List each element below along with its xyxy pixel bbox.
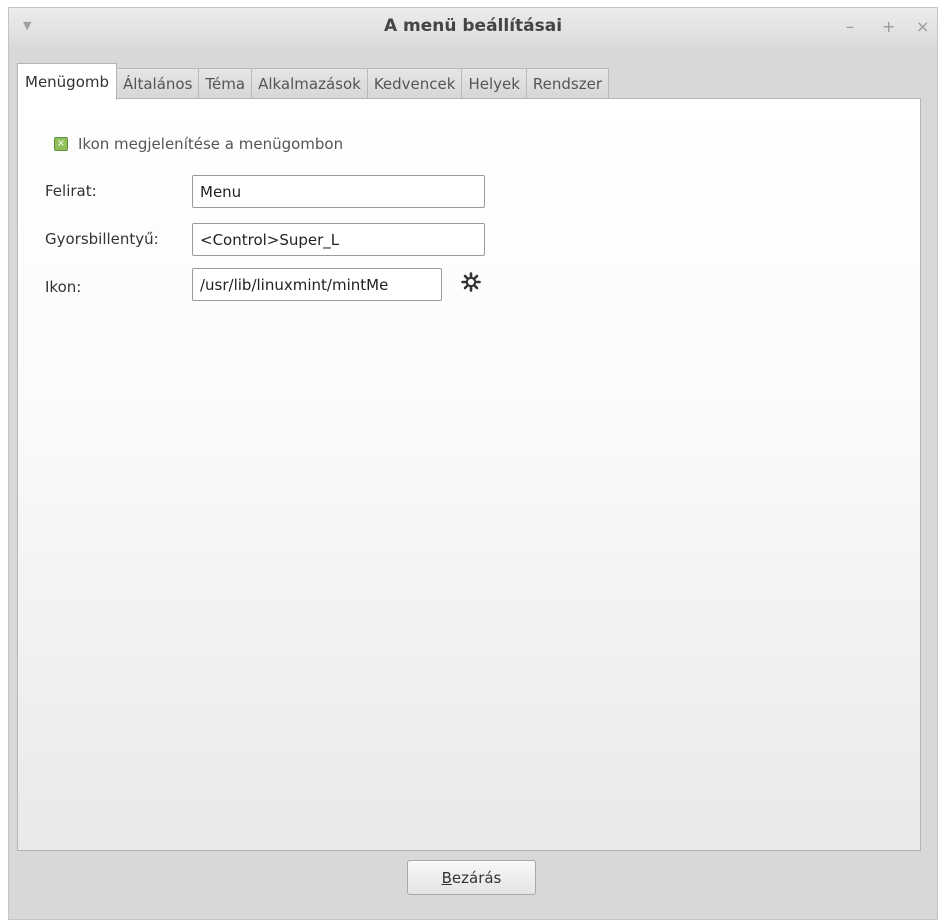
gear-icon[interactable] — [461, 272, 481, 292]
close-button-label: ezárás — [451, 868, 502, 887]
tab-tema[interactable]: Téma — [198, 68, 253, 99]
hotkey-label: Gyorsbillentyű: — [45, 230, 159, 248]
tab-alkalmazasok[interactable]: Alkalmazások — [251, 68, 368, 99]
icon-label: Ikon: — [45, 278, 82, 296]
caption-input[interactable] — [192, 175, 485, 208]
close-button[interactable]: Bezárás — [407, 860, 536, 895]
tab-menugomb[interactable]: Menügomb — [17, 63, 118, 100]
show-icon-option[interactable]: × Ikon megjelenítése a menügombon — [54, 135, 343, 153]
show-icon-checkbox[interactable]: × — [54, 137, 68, 151]
hotkey-input[interactable] — [192, 223, 485, 256]
caption-label: Felirat: — [45, 182, 97, 200]
titlebar[interactable]: ▼ A menü beállításai – + × — [9, 8, 937, 46]
window-title: A menü beállításai — [383, 16, 563, 36]
maximize-button[interactable]: + — [882, 17, 895, 36]
close-window-button[interactable]: × — [916, 17, 929, 36]
show-icon-label: Ikon megjelenítése a menügombon — [78, 135, 344, 153]
tab-rendszer[interactable]: Rendszer — [525, 68, 610, 99]
tab-altalanos[interactable]: Általános — [116, 68, 200, 99]
close-button-mnemonic: B — [441, 868, 452, 887]
minimize-button[interactable]: – — [846, 17, 854, 36]
tab-helyek[interactable]: Helyek — [461, 68, 527, 99]
icon-path-input[interactable] — [192, 268, 442, 301]
tab-panel: × Ikon megjelenítése a menügombon Felira… — [17, 98, 921, 851]
tab-kedvencek[interactable]: Kedvencek — [366, 68, 463, 99]
tab-bar: Menügomb Általános Téma Alkalmazások Ked… — [17, 62, 610, 100]
